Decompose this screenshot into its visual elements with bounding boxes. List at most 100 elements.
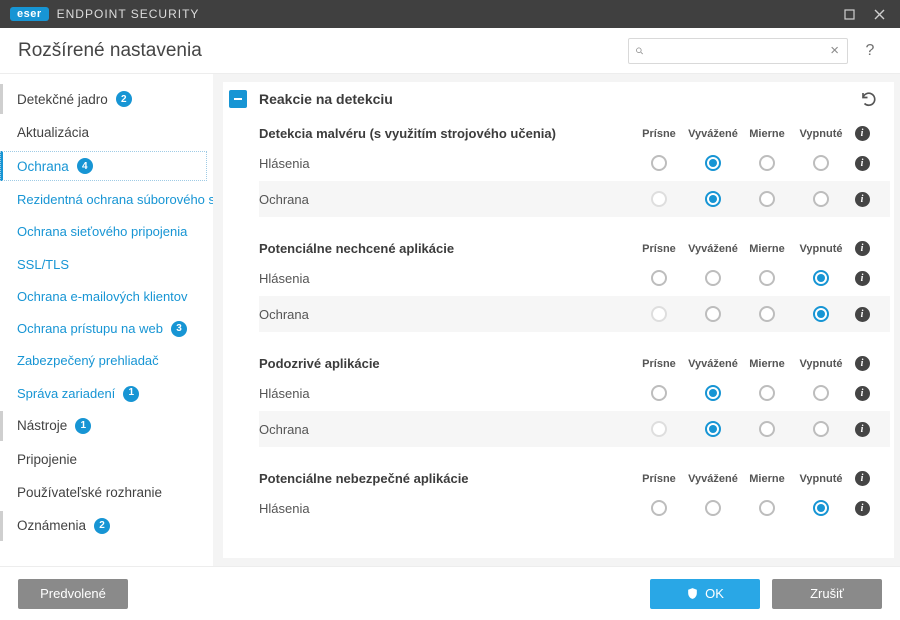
group-title: Podozrivé aplikácie xyxy=(259,356,632,371)
page-title: Rozšírené nastavenia xyxy=(18,40,202,62)
sidebar-item-10[interactable]: Nástroje 1 xyxy=(0,411,207,441)
sidebar-item-9[interactable]: Správa zariadení1 xyxy=(0,379,207,409)
window-maximize-button[interactable] xyxy=(834,0,864,28)
collapse-section-button[interactable] xyxy=(229,90,247,108)
group-header: Potenciálne nechcené aplikáciePrísneVyvá… xyxy=(259,231,890,260)
sidebar-badge: 4 xyxy=(77,158,93,174)
window-close-button[interactable] xyxy=(864,0,894,28)
sidebar-item-11[interactable]: Pripojenie xyxy=(0,445,207,474)
column-label: Vyvážené xyxy=(686,243,740,255)
search-icon xyxy=(635,44,644,58)
radio-option[interactable] xyxy=(651,500,667,516)
radio-option[interactable] xyxy=(759,155,775,171)
brand-logo: eser xyxy=(10,7,49,21)
info-icon[interactable]: i xyxy=(855,307,870,322)
radio-option[interactable] xyxy=(813,191,829,207)
radio-option[interactable] xyxy=(813,155,829,171)
sidebar-item-6[interactable]: Ochrana e-mailových klientov xyxy=(0,282,207,312)
sidebar-item-label: Ochrana xyxy=(17,159,69,174)
radio-option[interactable] xyxy=(705,155,721,171)
sidebar-item-label: Ochrana prístupu na web xyxy=(17,321,163,337)
radio-option[interactable] xyxy=(651,155,667,171)
sidebar-item-13[interactable]: Oznámenia 2 xyxy=(0,511,207,541)
setting-row: Ochranai xyxy=(259,411,890,447)
product-title: ENDPOINT SECURITY xyxy=(57,7,200,21)
footer: Predvolené OK Zrušiť xyxy=(0,566,900,620)
sidebar-item-1[interactable]: Aktualizácia xyxy=(0,118,207,147)
info-icon[interactable]: i xyxy=(855,501,870,516)
sidebar-item-4[interactable]: Ochrana sieťového pripojenia xyxy=(0,217,207,247)
sidebar-item-label: Detekčné jadro xyxy=(17,92,108,107)
info-icon[interactable]: i xyxy=(855,386,870,401)
radio-option[interactable] xyxy=(705,306,721,322)
setting-row: Ochranai xyxy=(259,181,890,217)
radio-option[interactable] xyxy=(651,385,667,401)
sidebar-item-label: Oznámenia xyxy=(17,518,86,533)
sidebar-item-label: Ochrana e-mailových klientov xyxy=(17,289,188,305)
radio-option[interactable] xyxy=(759,270,775,286)
cancel-button[interactable]: Zrušiť xyxy=(772,579,882,609)
sidebar-badge: 2 xyxy=(94,518,110,534)
undo-button[interactable] xyxy=(858,88,880,110)
radio-option[interactable] xyxy=(759,421,775,437)
info-icon[interactable]: i xyxy=(855,422,870,437)
sidebar-badge: 1 xyxy=(75,418,91,434)
column-label: Vyvážené xyxy=(686,473,740,485)
radio-option[interactable] xyxy=(705,385,721,401)
sidebar-item-3[interactable]: Rezidentná ochrana súborového systému xyxy=(0,185,207,215)
info-icon[interactable]: i xyxy=(855,356,870,371)
sidebar-item-label: Nástroje xyxy=(17,418,67,433)
info-icon[interactable]: i xyxy=(855,471,870,486)
info-icon[interactable]: i xyxy=(855,271,870,286)
radio-option[interactable] xyxy=(705,421,721,437)
ok-button[interactable]: OK xyxy=(650,579,760,609)
radio-option[interactable] xyxy=(651,421,667,437)
panel-title: Reakcie na detekciu xyxy=(259,91,393,107)
ok-button-label: OK xyxy=(705,586,724,601)
help-button[interactable]: ? xyxy=(858,39,882,63)
clear-search-icon[interactable]: × xyxy=(828,43,841,58)
sidebar-item-0[interactable]: Detekčné jadro 2 xyxy=(0,84,207,114)
radio-option[interactable] xyxy=(759,191,775,207)
search-box[interactable]: × xyxy=(628,38,848,64)
sidebar-item-5[interactable]: SSL/TLS xyxy=(0,250,207,280)
radio-option[interactable] xyxy=(813,306,829,322)
settings-group: Potenciálne nebezpečné aplikáciePrísneVy… xyxy=(223,461,890,526)
sidebar-item-7[interactable]: Ochrana prístupu na web 3 xyxy=(0,314,207,344)
radio-option[interactable] xyxy=(813,385,829,401)
column-label: Vyvážené xyxy=(686,358,740,370)
radio-option[interactable] xyxy=(651,191,667,207)
defaults-button[interactable]: Predvolené xyxy=(18,579,128,609)
radio-option[interactable] xyxy=(813,500,829,516)
radio-option[interactable] xyxy=(813,270,829,286)
row-label: Hlásenia xyxy=(259,501,632,516)
radio-option[interactable] xyxy=(705,500,721,516)
radio-option[interactable] xyxy=(705,191,721,207)
info-icon[interactable]: i xyxy=(855,156,870,171)
info-icon[interactable]: i xyxy=(855,126,870,141)
page-header: Rozšírené nastavenia × ? xyxy=(0,28,900,74)
radio-option[interactable] xyxy=(651,306,667,322)
radio-option[interactable] xyxy=(813,421,829,437)
group-header: Podozrivé aplikáciePrísneVyváženéMierneV… xyxy=(259,346,890,375)
sidebar-item-12[interactable]: Používateľské rozhranie xyxy=(0,478,207,507)
sidebar-badge: 2 xyxy=(116,91,132,107)
info-icon[interactable]: i xyxy=(855,241,870,256)
sidebar-item-2[interactable]: Ochrana 4 xyxy=(0,151,207,181)
sidebar-badge: 3 xyxy=(171,321,187,337)
group-title: Potenciálne nebezpečné aplikácie xyxy=(259,471,632,486)
info-icon[interactable]: i xyxy=(855,192,870,207)
radio-option[interactable] xyxy=(759,385,775,401)
group-header: Detekcia malvéru (s využitím strojového … xyxy=(259,116,890,145)
radio-option[interactable] xyxy=(651,270,667,286)
row-label: Hlásenia xyxy=(259,271,632,286)
column-label: Vypnuté xyxy=(794,128,848,140)
radio-option[interactable] xyxy=(705,270,721,286)
search-input[interactable] xyxy=(644,43,828,58)
radio-option[interactable] xyxy=(759,306,775,322)
sidebar-item-label: Správa zariadení xyxy=(17,386,115,402)
column-label: Prísne xyxy=(632,473,686,485)
row-label: Hlásenia xyxy=(259,156,632,171)
sidebar-item-8[interactable]: Zabezpečený prehliadač xyxy=(0,346,207,376)
radio-option[interactable] xyxy=(759,500,775,516)
